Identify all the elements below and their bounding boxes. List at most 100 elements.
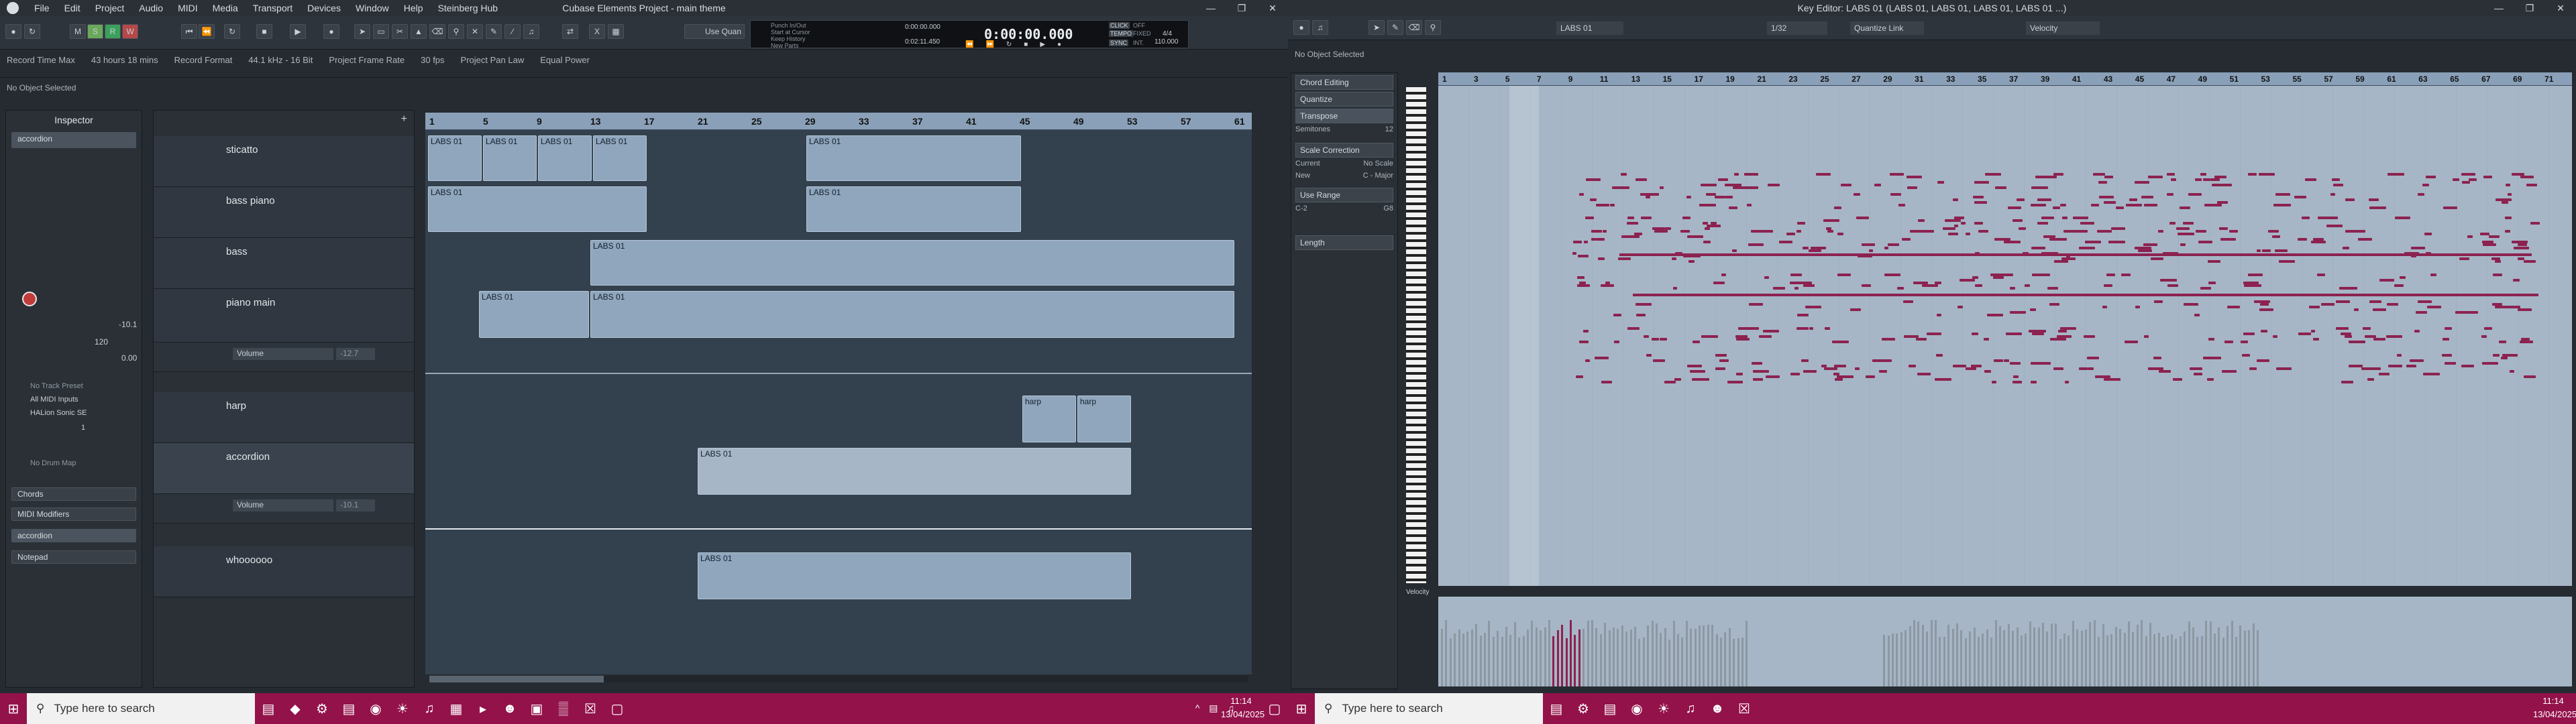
note-event[interactable] bbox=[1645, 196, 1651, 198]
ke-section-length[interactable]: Length bbox=[1295, 235, 1393, 250]
velocity-bar[interactable] bbox=[1715, 634, 1718, 686]
velocity-bar[interactable] bbox=[1973, 627, 1976, 686]
note-event[interactable] bbox=[1833, 206, 1842, 209]
note-event[interactable] bbox=[2160, 279, 2177, 282]
note-event[interactable] bbox=[1805, 306, 1822, 308]
note-event[interactable] bbox=[1734, 173, 1739, 176]
note-event[interactable] bbox=[1869, 249, 1874, 252]
velocity-bar[interactable] bbox=[2196, 637, 2199, 686]
velocity-bar[interactable] bbox=[2012, 630, 2015, 686]
velocity-bar[interactable] bbox=[1909, 626, 1911, 686]
note-event[interactable] bbox=[2423, 373, 2440, 375]
velocity-bar[interactable] bbox=[2200, 636, 2203, 686]
note-event[interactable] bbox=[2310, 241, 2326, 243]
track-name[interactable]: piano main bbox=[226, 297, 275, 308]
note-event[interactable] bbox=[2259, 308, 2274, 311]
note-event[interactable] bbox=[1652, 227, 1665, 230]
note-event[interactable] bbox=[2104, 176, 2114, 178]
note-event[interactable] bbox=[1713, 282, 1725, 284]
note-event[interactable] bbox=[1917, 230, 1934, 233]
note-event[interactable] bbox=[2373, 308, 2386, 311]
note-event[interactable] bbox=[1888, 243, 1899, 246]
note-event[interactable] bbox=[2271, 235, 2280, 238]
note-event[interactable] bbox=[2194, 314, 2200, 316]
velocity-bar[interactable] bbox=[2226, 625, 2229, 686]
note-event[interactable] bbox=[1727, 381, 1743, 383]
mute-button[interactable]: M bbox=[70, 24, 86, 39]
close-icon[interactable]: ✕ bbox=[1257, 0, 1288, 16]
note-event[interactable] bbox=[1915, 338, 1927, 341]
track-row-harp[interactable]: harp bbox=[154, 392, 414, 443]
velocity-bar[interactable] bbox=[2153, 634, 2156, 686]
scale-new-value[interactable]: C - Major bbox=[1363, 172, 1393, 182]
velocity-bar[interactable] bbox=[1703, 625, 1705, 686]
note-event[interactable] bbox=[2248, 274, 2263, 276]
note-event[interactable] bbox=[2348, 341, 2365, 343]
note-event[interactable] bbox=[1660, 338, 1667, 341]
note-event[interactable] bbox=[2030, 204, 2046, 206]
note-event[interactable] bbox=[1884, 247, 1889, 249]
range-tool-icon[interactable]: ▭ bbox=[373, 24, 389, 39]
note-event[interactable] bbox=[1882, 338, 1895, 341]
note-event[interactable] bbox=[2013, 375, 2019, 378]
note-event[interactable] bbox=[2240, 341, 2249, 343]
note-event[interactable] bbox=[1966, 233, 1971, 235]
note-event[interactable] bbox=[2482, 241, 2494, 243]
note-event[interactable] bbox=[2261, 330, 2267, 333]
note-event[interactable] bbox=[2032, 274, 2045, 276]
ke-erase-tool-icon[interactable]: ⌫ bbox=[1406, 20, 1422, 35]
note-event[interactable] bbox=[2461, 365, 2475, 367]
note-event[interactable] bbox=[2055, 367, 2064, 370]
velocity-bar[interactable] bbox=[1561, 625, 1564, 686]
velocity-bar[interactable] bbox=[2132, 631, 2135, 686]
velocity-bar[interactable] bbox=[1509, 634, 1512, 686]
note-event[interactable] bbox=[1993, 359, 2004, 362]
note-event[interactable] bbox=[1715, 196, 1726, 198]
play-tool-icon[interactable]: ♫ bbox=[523, 24, 539, 39]
velocity-bar[interactable] bbox=[1896, 634, 1898, 686]
velocity-bar[interactable] bbox=[1621, 625, 1623, 686]
velocity-bar[interactable] bbox=[2089, 622, 2092, 686]
note-event[interactable] bbox=[2461, 181, 2470, 184]
velocity-bar[interactable] bbox=[1741, 638, 1743, 686]
velocity-bar[interactable] bbox=[2085, 629, 2087, 686]
note-event[interactable] bbox=[1576, 375, 1584, 378]
note-event[interactable] bbox=[1596, 238, 1605, 241]
track-name[interactable]: whoooooo bbox=[226, 554, 272, 566]
note-event[interactable] bbox=[2098, 196, 2114, 198]
velocity-bar[interactable] bbox=[1540, 630, 1542, 686]
note-event[interactable] bbox=[2468, 178, 2477, 181]
note-event[interactable] bbox=[1640, 217, 1652, 219]
velocity-bar[interactable] bbox=[1608, 629, 1611, 686]
track-row-bass[interactable]: bass bbox=[154, 238, 414, 289]
note-event[interactable] bbox=[2505, 184, 2510, 186]
note-event[interactable] bbox=[1585, 217, 1594, 219]
note-event[interactable] bbox=[2210, 204, 2222, 206]
note-event[interactable] bbox=[2520, 341, 2534, 343]
note-event[interactable] bbox=[1579, 193, 1584, 196]
transport-play-icon[interactable]: ▶ bbox=[1040, 41, 1045, 48]
glue-tool-icon[interactable]: ▲ bbox=[411, 24, 427, 39]
note-event[interactable] bbox=[1621, 173, 1627, 176]
ke-section-chord-editing[interactable]: Chord Editing bbox=[1295, 75, 1393, 90]
right-locator[interactable]: 0:02:11.450 bbox=[905, 38, 940, 46]
ke-scale-new-row[interactable]: New C - Major bbox=[1295, 172, 1393, 182]
task-view-icon[interactable]: ▤ bbox=[255, 693, 282, 724]
note-event[interactable] bbox=[1890, 193, 1902, 196]
transport-stop-icon[interactable]: ■ bbox=[1024, 41, 1028, 48]
velocity-bar[interactable] bbox=[2179, 636, 2182, 686]
note-event[interactable] bbox=[2104, 201, 2116, 204]
velocity-bar[interactable] bbox=[1711, 625, 1714, 686]
file-explorer-icon[interactable]: ▤ bbox=[335, 693, 362, 724]
velocity-bar[interactable] bbox=[2093, 619, 2096, 686]
velocity-bar[interactable] bbox=[2098, 636, 2100, 686]
velocity-bar[interactable] bbox=[1664, 628, 1666, 686]
velocity-bar[interactable] bbox=[2029, 621, 2031, 686]
transport-forward-icon[interactable]: ⏩ bbox=[985, 41, 994, 48]
inspector-volume[interactable]: -10.1 bbox=[119, 320, 137, 329]
rewind-icon[interactable]: ⏪ bbox=[199, 24, 215, 39]
note-event[interactable] bbox=[2512, 306, 2521, 308]
note-event[interactable] bbox=[2080, 222, 2088, 225]
velocity-bar[interactable] bbox=[1720, 638, 1722, 686]
note-event[interactable] bbox=[2087, 222, 2095, 225]
